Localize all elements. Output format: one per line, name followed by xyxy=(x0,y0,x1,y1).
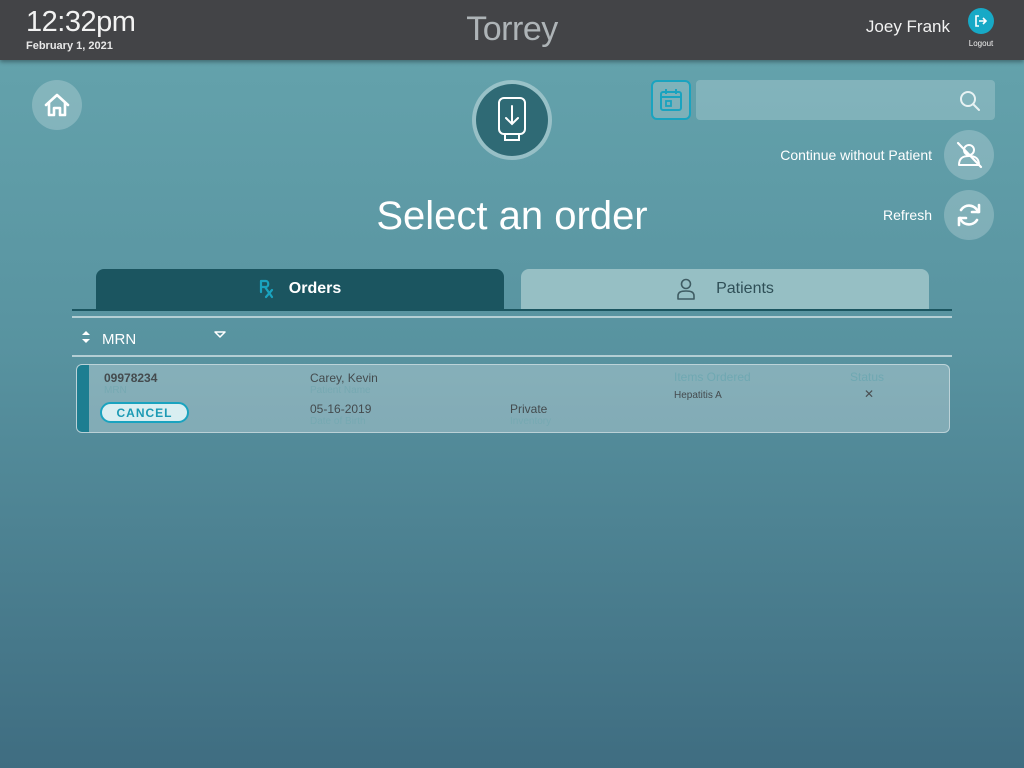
user-name: Joey Frank xyxy=(865,17,950,36)
calendar-button[interactable] xyxy=(651,80,691,120)
top-bar: 12:32pm February 1, 2021 Torrey Joey Fra… xyxy=(0,0,1024,60)
mrn-label: MRN xyxy=(104,385,127,396)
inventory-value: Private xyxy=(510,402,548,416)
continue-without-patient-label[interactable]: Continue without Patient xyxy=(730,147,932,163)
divider xyxy=(72,316,952,318)
tab-patients[interactable]: Patients xyxy=(521,269,929,309)
patient-name-label: Patient Name xyxy=(310,385,371,396)
row-indicator xyxy=(77,365,89,432)
dob-label: Date of Birth xyxy=(310,416,366,427)
cancel-button[interactable]: CANCEL xyxy=(100,402,189,423)
download-device-icon xyxy=(498,97,526,141)
sort-arrows-icon[interactable] xyxy=(81,330,91,344)
logout-label[interactable]: Logout xyxy=(963,39,999,48)
logout-button[interactable] xyxy=(968,8,994,34)
tab-patients-label: Patients xyxy=(716,280,774,297)
sort-field-label[interactable]: MRN xyxy=(102,331,136,348)
mrn-value: 09978234 xyxy=(104,371,158,385)
rx-icon xyxy=(259,279,273,299)
inventory-label: Inventory xyxy=(510,416,552,427)
search-icon[interactable] xyxy=(958,89,982,113)
device-logo xyxy=(472,80,552,160)
items-ordered-header: Items Ordered xyxy=(674,370,751,384)
sort-control[interactable]: MRN xyxy=(72,320,952,356)
continue-without-patient-button[interactable] xyxy=(944,130,994,180)
home-icon xyxy=(44,93,70,117)
tab-orders-label: Orders xyxy=(288,280,342,297)
page-title: Select an order xyxy=(376,194,648,238)
tab-orders[interactable]: Orders xyxy=(96,269,504,309)
person-icon xyxy=(677,278,695,300)
logout-icon xyxy=(975,15,988,27)
divider xyxy=(72,355,952,357)
calendar-icon xyxy=(660,89,682,111)
dob-value: 05-16-2019 xyxy=(310,402,372,416)
search-input[interactable] xyxy=(696,80,995,120)
home-button[interactable] xyxy=(32,80,82,130)
person-off-icon xyxy=(956,141,983,169)
status-header: Status xyxy=(850,370,885,384)
order-row[interactable]: 09978234 MRN CANCEL Carey, Kevin Patient… xyxy=(76,364,950,433)
items-ordered-value: Hepatitis A xyxy=(674,390,722,401)
patient-name-value: Carey, Kevin xyxy=(310,371,378,385)
tab-underline xyxy=(72,309,952,311)
chevron-down-icon[interactable] xyxy=(214,331,226,339)
status-x-icon: ✕ xyxy=(864,387,875,401)
